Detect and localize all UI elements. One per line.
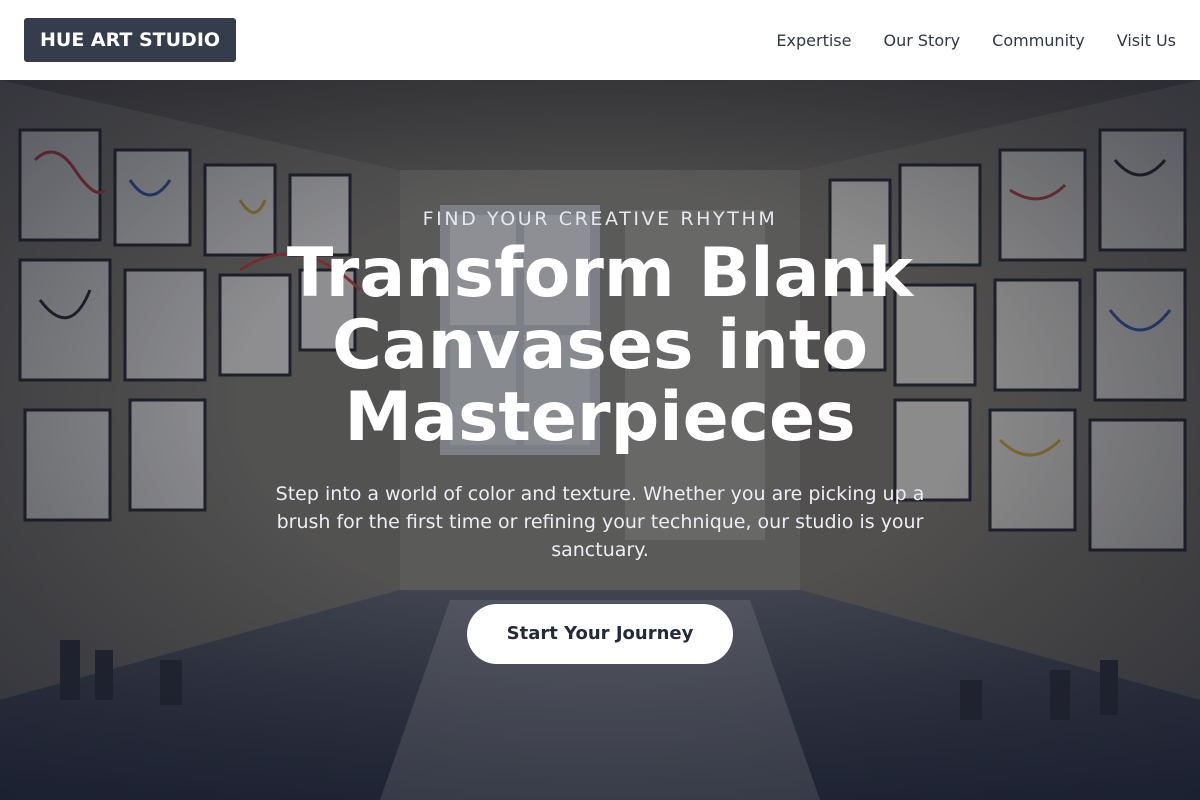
hero-section: FIND YOUR CREATIVE RHYTHM Transform Blan… bbox=[0, 80, 1200, 800]
nav-link-visit-us[interactable]: Visit Us bbox=[1117, 31, 1176, 50]
nav-link-our-story[interactable]: Our Story bbox=[883, 31, 960, 50]
site-logo[interactable]: HUE ART STUDIO bbox=[24, 18, 237, 62]
start-journey-button[interactable]: Start Your Journey bbox=[466, 604, 734, 664]
nav-link-expertise[interactable]: Expertise bbox=[776, 31, 851, 50]
hero-headline: Transform Blank Canvases into Masterpiec… bbox=[286, 234, 914, 457]
hero-subtext: Step into a world of color and texture. … bbox=[275, 483, 925, 561]
main-nav: Expertise Our Story Community Visit Us bbox=[776, 31, 1176, 50]
hero-eyebrow: FIND YOUR CREATIVE RHYTHM bbox=[422, 208, 778, 230]
site-header: HUE ART STUDIO Expertise Our Story Commu… bbox=[0, 0, 1200, 80]
hero-content: FIND YOUR CREATIVE RHYTHM Transform Blan… bbox=[0, 80, 1200, 800]
nav-link-community[interactable]: Community bbox=[992, 31, 1085, 50]
